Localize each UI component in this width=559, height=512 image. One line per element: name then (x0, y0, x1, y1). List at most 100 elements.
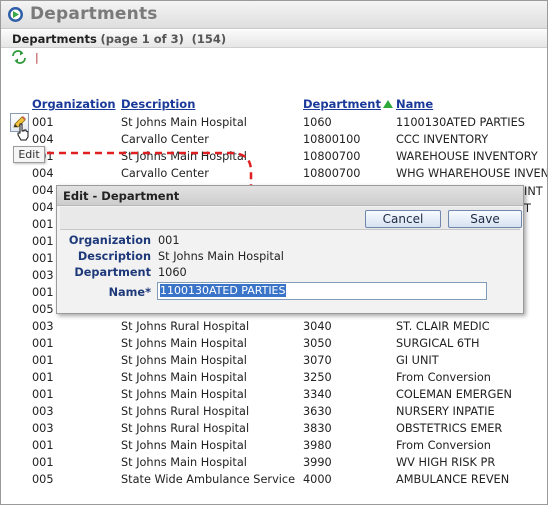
cell-department: 3040 (303, 320, 332, 333)
cell-department: 10800700 (303, 150, 361, 163)
cell-name: NURSERY INPATIE (396, 405, 495, 418)
refresh-icon[interactable] (11, 50, 27, 64)
cell-description: St Johns Main Hospital (121, 337, 247, 350)
name-input-value: 1100130ATED PARTIES (160, 284, 286, 297)
toolbar-separator: | (35, 51, 39, 64)
title-bar: Departments (1, 1, 547, 29)
table-row[interactable]: 001St Johns Main Hospital10800700WAREHOU… (1, 148, 547, 165)
cell-department: 3250 (303, 371, 332, 384)
cell-name: COLEMAN EMERGEN (396, 388, 512, 401)
cell-organization: 001 (32, 354, 54, 367)
save-button[interactable]: Save (448, 210, 522, 228)
hand-cursor-icon (17, 123, 29, 141)
cell-description: St Johns Main Hospital (121, 116, 247, 129)
table-row[interactable]: 001 St Johns Main Hospital 3070 GI UNIT (1, 352, 547, 369)
cell-name: OBSTETRICS EMER (396, 422, 503, 435)
cell-organization: 003 (32, 405, 54, 418)
list-subheader: Departments (page 1 of 3) (154) (1, 30, 547, 48)
cell-name: 1100130ATED PARTIES (396, 116, 525, 129)
department-label: Department (74, 266, 151, 279)
table-row[interactable]: 001 St Johns Main Hospital 3340 COLEMAN EME… (1, 386, 547, 403)
cell-organization: 003 (32, 422, 54, 435)
cell-department: 3980 (303, 439, 332, 452)
cell-department: 3630 (303, 405, 332, 418)
cell-department: 3990 (303, 456, 332, 469)
table-row[interactable]: 003 St Johns Rural Hospital 3040 ST. CLAIR … (1, 318, 547, 335)
cell-organization: 001 (32, 371, 54, 384)
column-header-department[interactable]: Department (303, 97, 393, 111)
cell-department: 4000 (303, 473, 332, 486)
department-value: 1060 (158, 266, 187, 279)
record-count: (154) (191, 32, 227, 46)
column-header-description[interactable]: Description (121, 97, 195, 111)
cell-description: St Johns Rural Hospital (121, 320, 250, 333)
cell-description: St Johns Main Hospital (121, 371, 247, 384)
page-info: (page 1 of 3) (100, 32, 184, 46)
cell-description: St Johns Main Hospital (121, 456, 247, 469)
cell-name: WAREHOUSE INVENTORY (396, 150, 538, 163)
table-row[interactable]: 001 St Johns Main Hospital 3050 SURGICAL 6T… (1, 335, 547, 352)
organization-label: Organization (68, 234, 151, 247)
cell-organization: 003 (32, 269, 54, 282)
cell-organization: 005 (32, 303, 54, 316)
dialog-button-bar: Cancel Save (60, 207, 522, 230)
cancel-button[interactable]: Cancel (365, 210, 441, 228)
cell-description: St Johns Main Hospital (121, 388, 247, 401)
table-row[interactable]: 005 State Wide Ambulance Service 4000 AMBUL… (1, 471, 547, 488)
partial-name-text: INT (524, 185, 543, 198)
application-window: Departments Departments (page 1 of 3) (1… (0, 0, 548, 505)
cell-name: SURGICAL 6TH (396, 337, 480, 350)
cell-department: 3070 (303, 354, 332, 367)
table-row[interactable]: 003 St Johns Rural Hospital 3830 OBSTETRICS… (1, 420, 547, 437)
table-row[interactable]: 001 St Johns Main Hospital 3990 WV HIGH RIS… (1, 454, 547, 471)
cell-organization: 001 (32, 439, 54, 452)
edit-department-dialog: Edit - Department Cancel Save Organizati… (56, 185, 524, 314)
cell-name: CCC INVENTORY (396, 133, 489, 146)
description-label: Description (77, 250, 151, 263)
cell-name: From Conversion (396, 439, 491, 452)
cell-department: 3050 (303, 337, 332, 350)
edit-tooltip: Edit (13, 146, 45, 163)
table-row[interactable]: 001 St Johns Main Hospital 3250 From Conver… (1, 369, 547, 386)
app-logo-icon (8, 7, 23, 22)
cell-name: AMBULANCE REVEN (396, 473, 510, 486)
table-row[interactable]: 001 St Johns Main Hospital 3980 From Conver… (1, 437, 547, 454)
list-label: Departments (12, 32, 97, 46)
description-value: St Johns Main Hospital (158, 250, 284, 263)
cell-description: St Johns Main Hospital (121, 439, 247, 452)
cell-name: GI UNIT (396, 354, 439, 367)
cell-description: State Wide Ambulance Service (121, 473, 296, 486)
cell-name: ST. CLAIR MEDIC (396, 320, 490, 333)
table-row[interactable]: 003 St Johns Rural Hospital 3630 NURSERY IN… (1, 403, 547, 420)
table-row[interactable]: 004 Carvallo Center 10800700 WHG WHAREHOUSE… (1, 165, 548, 182)
page-title: Departments (30, 4, 158, 24)
cell-name: From Conversion (396, 371, 491, 384)
column-header-name[interactable]: Name (396, 97, 433, 111)
cell-department: 1060 (303, 116, 332, 129)
cell-organization: 001 (32, 337, 54, 350)
cell-organization: 001 (32, 252, 54, 265)
cell-organization: 001 (32, 218, 54, 231)
cell-department: 3340 (303, 388, 332, 401)
name-label: Name* (108, 286, 151, 299)
toolbar: | (9, 50, 309, 66)
column-header-organization[interactable]: Organization (32, 97, 116, 111)
cell-name: WHG WHAREHOUSE INVEN (396, 167, 548, 180)
organization-value: 001 (158, 234, 180, 247)
table-row[interactable]: 001 St Johns Main Hospital 1060 1100130ATED… (1, 114, 547, 131)
cell-organization: 001 (32, 388, 54, 401)
cell-description: St Johns Rural Hospital (121, 405, 250, 418)
sort-ascending-icon (382, 100, 393, 108)
cell-department: 10800100 (303, 133, 361, 146)
column-header-department-label: Department (303, 97, 381, 111)
table-row[interactable]: 004 Carvallo Center 10800100 CCC INVENTORY (1, 131, 547, 148)
cell-organization: 001 (32, 456, 54, 469)
cell-organization: 001 (32, 116, 54, 129)
cell-organization: 004 (32, 167, 54, 180)
partial-name-text: T (524, 202, 531, 215)
cell-description: Carvallo Center (121, 167, 209, 180)
name-input[interactable]: 1100130ATED PARTIES (157, 282, 487, 300)
dialog-title: Edit - Department (57, 186, 523, 206)
cell-organization: 005 (32, 473, 54, 486)
cell-department: 10800700 (303, 167, 361, 180)
